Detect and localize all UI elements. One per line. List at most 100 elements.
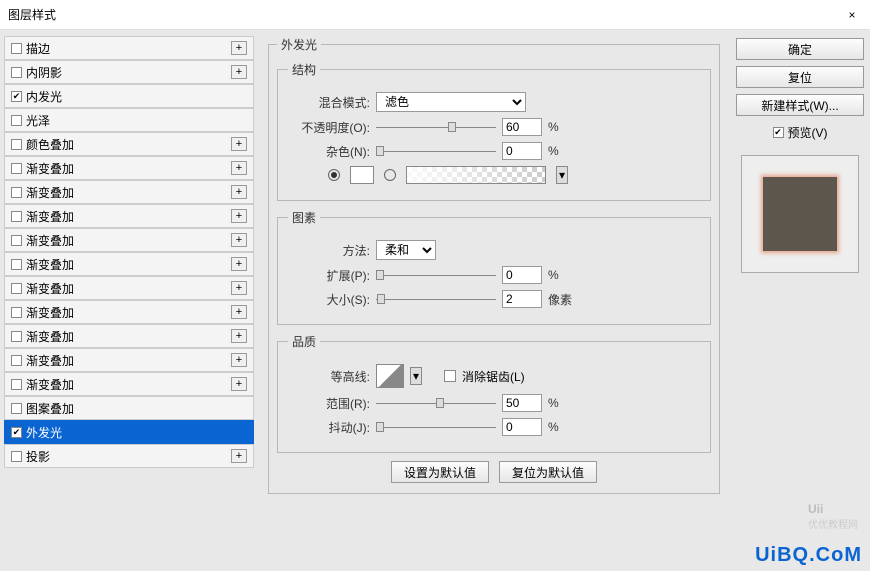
effect-checkbox[interactable] xyxy=(11,355,22,366)
antialias-checkbox[interactable] xyxy=(444,370,456,382)
effect-label: 渐变叠加 xyxy=(26,280,74,297)
effect-checkbox[interactable] xyxy=(11,283,22,294)
add-effect-icon[interactable]: + xyxy=(231,65,247,79)
opacity-slider[interactable] xyxy=(376,120,496,134)
add-effect-icon[interactable]: + xyxy=(231,305,247,319)
elements-group: 图素 方法: 柔和 扩展(P): % 大小(S): 像 xyxy=(277,209,711,325)
jitter-unit: % xyxy=(548,420,559,434)
effect-checkbox[interactable] xyxy=(11,235,22,246)
gradient-dropdown-icon[interactable]: ▾ xyxy=(556,166,568,184)
effect-checkbox[interactable] xyxy=(11,451,22,462)
method-select[interactable]: 柔和 xyxy=(376,240,436,260)
effect-label: 描边 xyxy=(26,40,50,57)
jitter-input[interactable] xyxy=(502,418,542,436)
effect-checkbox[interactable] xyxy=(11,259,22,270)
opacity-input[interactable] xyxy=(502,118,542,136)
add-effect-icon[interactable]: + xyxy=(231,353,247,367)
effect-checkbox[interactable] xyxy=(11,427,22,438)
effect-row[interactable]: 内发光 xyxy=(4,84,254,108)
contour-dropdown-icon[interactable]: ▾ xyxy=(410,367,422,385)
effect-label: 渐变叠加 xyxy=(26,184,74,201)
effect-row[interactable]: 渐变叠加 + xyxy=(4,180,254,204)
effect-row[interactable]: 图案叠加 xyxy=(4,396,254,420)
gradient-radio[interactable] xyxy=(384,169,396,181)
add-effect-icon[interactable]: + xyxy=(231,329,247,343)
add-effect-icon[interactable]: + xyxy=(231,137,247,151)
add-effect-icon[interactable]: + xyxy=(231,257,247,271)
effect-checkbox[interactable] xyxy=(11,211,22,222)
effect-row[interactable]: 渐变叠加 + xyxy=(4,276,254,300)
add-effect-icon[interactable]: + xyxy=(231,185,247,199)
effect-checkbox[interactable] xyxy=(11,331,22,342)
effect-checkbox[interactable] xyxy=(11,307,22,318)
effect-row[interactable]: 渐变叠加 + xyxy=(4,372,254,396)
effect-checkbox[interactable] xyxy=(11,163,22,174)
effects-sidebar: 描边+内阴影+内发光光泽颜色叠加+渐变叠加+渐变叠加+渐变叠加+渐变叠加+渐变叠… xyxy=(0,30,258,571)
effect-checkbox[interactable] xyxy=(11,403,22,414)
contour-swatch[interactable] xyxy=(376,364,404,388)
effect-label: 内阴影 xyxy=(26,64,62,81)
add-effect-icon[interactable]: + xyxy=(231,281,247,295)
antialias-label: 消除锯齿(L) xyxy=(462,368,525,385)
effect-label: 渐变叠加 xyxy=(26,328,74,345)
blend-mode-label: 混合模式: xyxy=(288,94,370,111)
effect-row[interactable]: 颜色叠加 + xyxy=(4,132,254,156)
effect-row[interactable]: 渐变叠加+ xyxy=(4,252,254,276)
effect-checkbox[interactable] xyxy=(11,91,22,102)
size-input[interactable] xyxy=(502,290,542,308)
glow-gradient-swatch[interactable] xyxy=(406,166,546,184)
range-input[interactable] xyxy=(502,394,542,412)
effect-row[interactable]: 投影 + xyxy=(4,444,254,468)
effect-label: 渐变叠加 xyxy=(26,208,74,225)
effect-row[interactable]: 渐变叠加+ xyxy=(4,156,254,180)
jitter-slider[interactable] xyxy=(376,420,496,434)
add-effect-icon[interactable]: + xyxy=(231,209,247,223)
add-effect-icon[interactable]: + xyxy=(231,449,247,463)
effect-row[interactable]: 渐变叠加 + xyxy=(4,324,254,348)
effect-checkbox[interactable] xyxy=(11,139,22,150)
add-effect-icon[interactable]: + xyxy=(231,233,247,247)
add-effect-icon[interactable]: + xyxy=(231,161,247,175)
effect-label: 投影 xyxy=(26,448,50,465)
outer-glow-group: 外发光 结构 混合模式: 滤色 不透明度(O): % 杂色(N): xyxy=(268,36,720,494)
size-label: 大小(S): xyxy=(288,291,370,308)
set-default-button[interactable]: 设置为默认值 xyxy=(391,461,489,483)
effect-row[interactable]: 描边 + xyxy=(4,36,254,60)
noise-input[interactable] xyxy=(502,142,542,160)
range-slider[interactable] xyxy=(376,396,496,410)
effect-row[interactable]: 内阴影 + xyxy=(4,60,254,84)
effect-row[interactable]: 渐变叠加+ xyxy=(4,348,254,372)
add-effect-icon[interactable]: + xyxy=(231,41,247,55)
blend-mode-select[interactable]: 滤色 xyxy=(376,92,526,112)
spread-input[interactable] xyxy=(502,266,542,284)
structure-group: 结构 混合模式: 滤色 不透明度(O): % 杂色(N): xyxy=(277,61,711,201)
window-title: 图层样式 xyxy=(8,6,56,23)
ok-button[interactable]: 确定 xyxy=(736,38,864,60)
effect-row[interactable]: 光泽 xyxy=(4,108,254,132)
effect-checkbox[interactable] xyxy=(11,379,22,390)
glow-color-swatch[interactable] xyxy=(350,166,374,184)
effect-checkbox[interactable] xyxy=(11,43,22,54)
watermark-logo: Uii 优优教程网 xyxy=(808,500,858,531)
color-radio[interactable] xyxy=(328,169,340,181)
spread-slider[interactable] xyxy=(376,268,496,282)
reset-button[interactable]: 复位 xyxy=(736,66,864,88)
add-effect-icon[interactable]: + xyxy=(231,377,247,391)
noise-slider[interactable] xyxy=(376,144,496,158)
effect-checkbox[interactable] xyxy=(11,115,22,126)
effect-row[interactable]: 渐变叠加 + xyxy=(4,204,254,228)
effect-checkbox[interactable] xyxy=(11,67,22,78)
close-button[interactable]: × xyxy=(842,5,862,25)
effect-label: 渐变叠加 xyxy=(26,376,74,393)
effect-row[interactable]: 渐变叠加+ xyxy=(4,228,254,252)
preview-checkbox[interactable] xyxy=(773,127,784,138)
new-style-button[interactable]: 新建样式(W)... xyxy=(736,94,864,116)
reset-default-button[interactable]: 复位为默认值 xyxy=(499,461,597,483)
effect-label: 颜色叠加 xyxy=(26,136,74,153)
effect-checkbox[interactable] xyxy=(11,187,22,198)
size-slider[interactable] xyxy=(376,292,496,306)
effect-row[interactable]: 渐变叠加+ xyxy=(4,300,254,324)
preview-swatch xyxy=(763,177,837,251)
range-unit: % xyxy=(548,396,559,410)
effect-row[interactable]: 外发光 xyxy=(4,420,254,444)
